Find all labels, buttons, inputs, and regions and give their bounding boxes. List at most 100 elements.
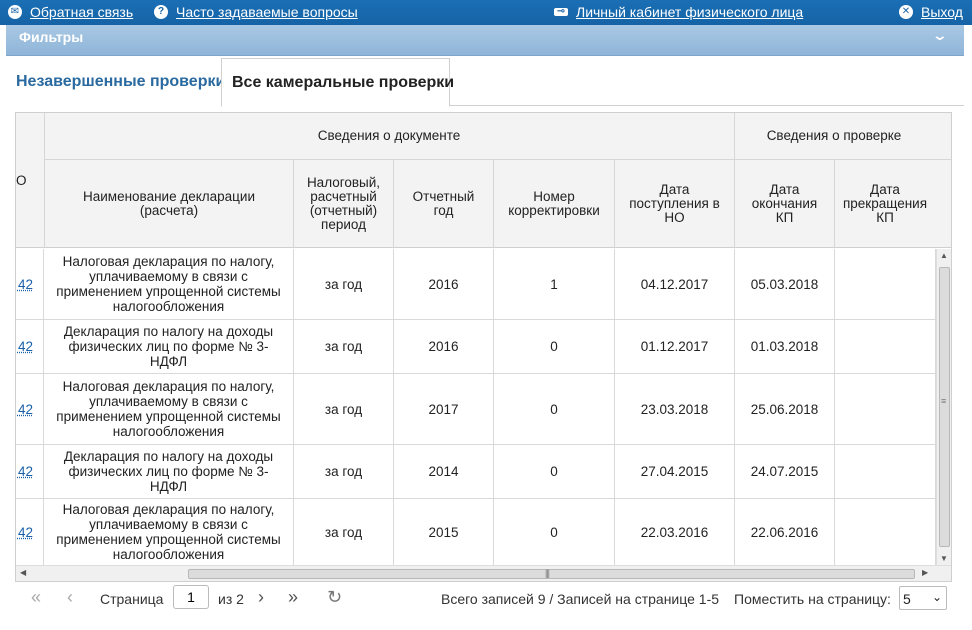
end-date-cell: 22.06.2016	[735, 499, 835, 565]
faq-label: Часто задаваемые вопросы	[176, 4, 358, 20]
received-date-cell: 27.04.2015	[615, 445, 735, 498]
per-page-select[interactable]: 5 ⌄	[899, 586, 947, 610]
year-cell: 2017	[394, 374, 494, 444]
year-cell: 2015	[394, 499, 494, 565]
declaration-name: Налоговая декларация по налогу, уплачива…	[44, 374, 294, 444]
stop-date-cell	[835, 249, 936, 319]
group-header-document: Сведения о документе	[317, 128, 461, 143]
top-bar: ✉ Обратная связь ? Часто задаваемые вопр…	[0, 0, 972, 25]
horizontal-scroll-thumb[interactable]: |||	[188, 568, 915, 579]
grip-icon: ≡	[941, 396, 946, 406]
declaration-name: Налоговая декларация по налогу, уплачива…	[44, 249, 294, 319]
declaration-number-link[interactable]: 42	[16, 320, 44, 373]
correction-cell: 1	[494, 249, 615, 319]
column-header-end-date[interactable]: Дата окончания КП	[735, 160, 834, 248]
tab-incomplete-checks[interactable]: Незавершенные проверки	[6, 58, 236, 106]
received-date-cell: 23.03.2018	[615, 374, 735, 444]
scroll-down-icon[interactable]: ▼	[940, 554, 948, 563]
chevron-left-icon[interactable]: ‹	[67, 587, 73, 608]
pager: « ‹ Страница из 2 › » ↻ Всего записей 9 …	[15, 582, 952, 616]
grip-icon: |||	[545, 568, 550, 578]
exit-link[interactable]: ✕ Выход	[899, 4, 963, 20]
column-header-number[interactable]: О	[16, 113, 28, 248]
vertical-scrollbar[interactable]: ▲ ≡ ▼	[936, 249, 951, 565]
period-cell: за год	[294, 499, 394, 565]
cabinet-link[interactable]: ⊸ Личный кабинет физического лица	[554, 4, 803, 20]
page-number-input[interactable]	[173, 585, 209, 609]
close-icon: ✕	[899, 5, 913, 19]
horizontal-scrollbar[interactable]: ◀ ||| ▶	[16, 565, 951, 581]
end-date-cell: 05.03.2018	[735, 249, 835, 319]
chevron-right-icon[interactable]: ›	[258, 587, 264, 608]
table-row[interactable]: 42 Налоговая декларация по налогу, уплач…	[16, 249, 936, 320]
declaration-name: Налоговая декларация по налогу, уплачива…	[44, 499, 294, 565]
column-header-period[interactable]: Налоговый, расчетный (отчетный) период	[294, 160, 393, 248]
filters-title: Фильтры	[19, 29, 84, 45]
chevron-down-icon[interactable]: ⌄	[932, 27, 948, 44]
correction-cell: 0	[494, 445, 615, 498]
end-date-cell: 01.03.2018	[735, 320, 835, 373]
checks-grid: Сведения о документе Сведения о проверке…	[15, 112, 952, 582]
group-header-check: Сведения о проверке	[766, 128, 902, 143]
received-date-cell: 01.12.2017	[615, 320, 735, 373]
year-cell: 2014	[394, 445, 494, 498]
stop-date-cell	[835, 445, 936, 498]
filters-panel-header[interactable]: Фильтры ⌄	[6, 25, 964, 56]
table-row[interactable]: 42 Налоговая декларация по налогу, уплач…	[16, 374, 936, 445]
table-row[interactable]: 42 Декларация по налогу на доходы физиче…	[16, 445, 936, 499]
vertical-scroll-thumb[interactable]: ≡	[939, 267, 950, 547]
declaration-number-link[interactable]: 42	[16, 249, 44, 319]
declaration-name: Декларация по налогу на доходы физически…	[44, 445, 294, 498]
column-header-stop-date[interactable]: Дата прекращения КП	[835, 160, 935, 248]
table-row[interactable]: 42 Налоговая декларация по налогу, уплач…	[16, 499, 936, 565]
feedback-link[interactable]: ✉ Обратная связь	[8, 4, 133, 20]
column-header-correction[interactable]: Номер корректировки	[494, 160, 614, 248]
feedback-label: Обратная связь	[30, 4, 134, 20]
refresh-icon[interactable]: ↻	[327, 587, 342, 608]
end-date-cell: 24.07.2015	[735, 445, 835, 498]
stop-date-cell	[835, 320, 936, 373]
mail-icon: ✉	[8, 5, 22, 19]
page-label: Страница	[100, 591, 164, 607]
exit-label: Выход	[921, 4, 963, 20]
stop-date-cell	[835, 499, 936, 565]
period-cell: за год	[294, 445, 394, 498]
scroll-up-icon[interactable]: ▲	[940, 251, 948, 260]
column-header-received-date[interactable]: Дата поступления в НО	[615, 160, 734, 248]
correction-cell: 0	[494, 320, 615, 373]
double-chevron-left-icon[interactable]: «	[31, 587, 41, 608]
correction-cell: 0	[494, 374, 615, 444]
column-header-name[interactable]: Наименование декларации (расчета)	[45, 160, 293, 248]
year-cell: 2016	[394, 320, 494, 373]
grid-header: Сведения о документе Сведения о проверке…	[16, 113, 951, 248]
faq-link[interactable]: ? Часто задаваемые вопросы	[154, 4, 358, 20]
scroll-right-icon[interactable]: ▶	[922, 568, 928, 577]
stop-date-cell	[835, 374, 936, 444]
received-date-cell: 22.03.2016	[615, 499, 735, 565]
period-cell: за год	[294, 249, 394, 319]
table-row[interactable]: 42 Декларация по налогу на доходы физиче…	[16, 320, 936, 374]
declaration-number-link[interactable]: 42	[16, 445, 44, 498]
cabinet-label: Личный кабинет физического лица	[576, 4, 804, 20]
key-icon: ⊸	[554, 7, 568, 17]
double-chevron-right-icon[interactable]: »	[288, 587, 298, 608]
scroll-left-icon[interactable]: ◀	[20, 568, 26, 577]
declaration-number-link[interactable]: 42	[16, 499, 44, 565]
page-count: из 2	[218, 591, 244, 607]
help-icon: ?	[154, 5, 168, 19]
tab-strip: Незавершенные проверки Все камеральные п…	[6, 58, 964, 107]
records-summary: Всего записей 9 / Записей на странице 1-…	[441, 591, 720, 607]
year-cell: 2016	[394, 249, 494, 319]
received-date-cell: 04.12.2017	[615, 249, 735, 319]
correction-cell: 0	[494, 499, 615, 565]
period-cell: за год	[294, 320, 394, 373]
tab-all-desk-audits[interactable]: Все камеральные проверки	[221, 58, 454, 107]
column-header-year[interactable]: Отчетный год	[394, 160, 493, 248]
declaration-name: Декларация по налогу на доходы физически…	[44, 320, 294, 373]
chevron-down-icon[interactable]: ⌄	[932, 590, 942, 604]
declaration-number-link[interactable]: 42	[16, 374, 44, 444]
end-date-cell: 25.06.2018	[735, 374, 835, 444]
period-cell: за год	[294, 374, 394, 444]
per-page-value: 5	[903, 591, 911, 607]
per-page-label: Поместить на страницу:	[734, 591, 891, 607]
